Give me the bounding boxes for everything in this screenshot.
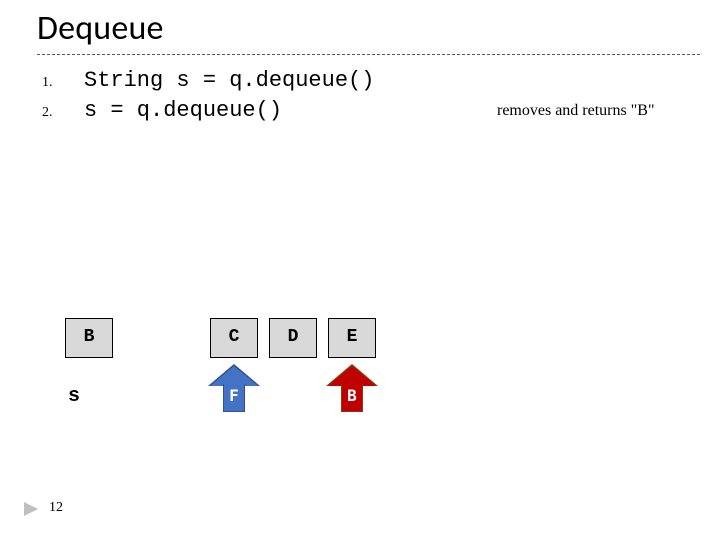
slide-title: Dequeue	[37, 8, 164, 49]
step-1: 1. String s = q.dequeue()	[42, 68, 374, 93]
step-number: 1.	[42, 75, 84, 91]
side-note: removes and returns "B"	[497, 102, 654, 120]
page-number: 12	[49, 500, 63, 516]
queue-box: C	[210, 318, 258, 358]
step-code: String s = q.dequeue()	[84, 68, 374, 93]
box-detached: B	[65, 318, 113, 358]
s-pointer-label: s	[68, 385, 80, 408]
slide-marker-icon	[22, 500, 44, 518]
queue-box: D	[269, 318, 317, 358]
step-2: 2. s = q.dequeue()	[42, 98, 282, 123]
queue-box: E	[328, 318, 376, 358]
step-number: 2.	[42, 105, 84, 121]
arrow-label: F	[210, 386, 258, 405]
up-arrow-icon	[210, 366, 258, 386]
arrow-label: B	[328, 386, 376, 405]
step-code: s = q.dequeue()	[84, 98, 282, 123]
up-arrow-icon	[328, 366, 376, 386]
title-rule	[37, 54, 700, 55]
